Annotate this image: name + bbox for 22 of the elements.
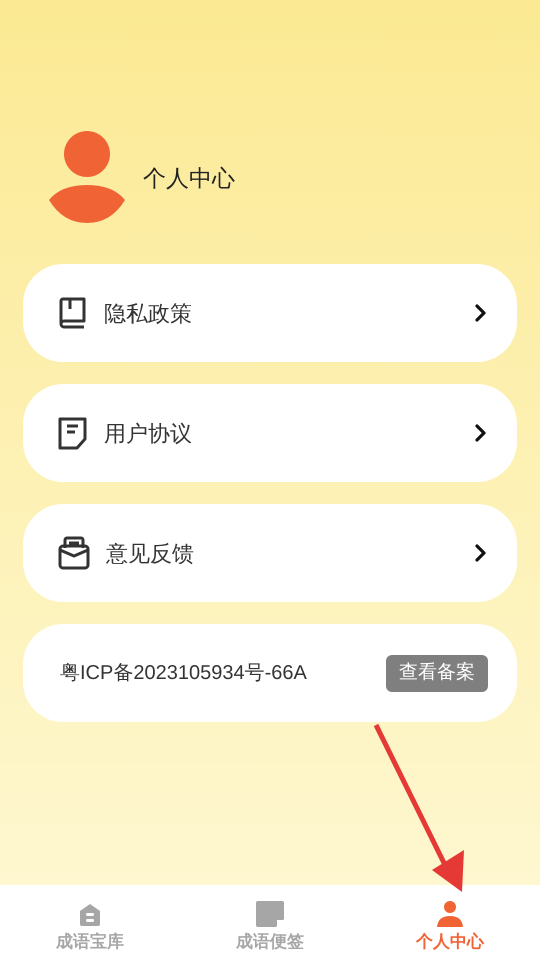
menu-item[interactable]: 意见反馈 bbox=[23, 504, 517, 602]
avatar-icon bbox=[49, 130, 125, 224]
menu-item[interactable]: 用户协议 bbox=[23, 384, 517, 482]
house-icon bbox=[79, 903, 101, 927]
chevron-right-icon bbox=[475, 544, 487, 562]
person-icon bbox=[437, 901, 463, 927]
menu-label: 用户协议 bbox=[104, 420, 193, 448]
document-icon bbox=[58, 416, 88, 450]
nav-tab[interactable]: 成语便签 bbox=[180, 885, 360, 960]
inbox-icon bbox=[58, 536, 90, 570]
icp-text: 粤ICP备2023105934号-66A bbox=[60, 661, 307, 686]
view-record-button[interactable]: 查看备案 bbox=[386, 654, 488, 692]
menu-label: 隐私政策 bbox=[104, 300, 193, 328]
menu-item[interactable]: 隐私政策 bbox=[23, 264, 517, 362]
menu-label: 意见反馈 bbox=[106, 540, 195, 568]
page-title: 个人中心 bbox=[143, 164, 235, 193]
nav-tab[interactable]: 个人中心 bbox=[360, 885, 540, 960]
book-icon bbox=[58, 297, 88, 329]
sticky-note-icon bbox=[256, 901, 284, 927]
nav-tab[interactable]: 成语宝库 bbox=[0, 885, 180, 960]
chevron-right-icon bbox=[475, 304, 487, 322]
chevron-right-icon bbox=[475, 424, 487, 442]
